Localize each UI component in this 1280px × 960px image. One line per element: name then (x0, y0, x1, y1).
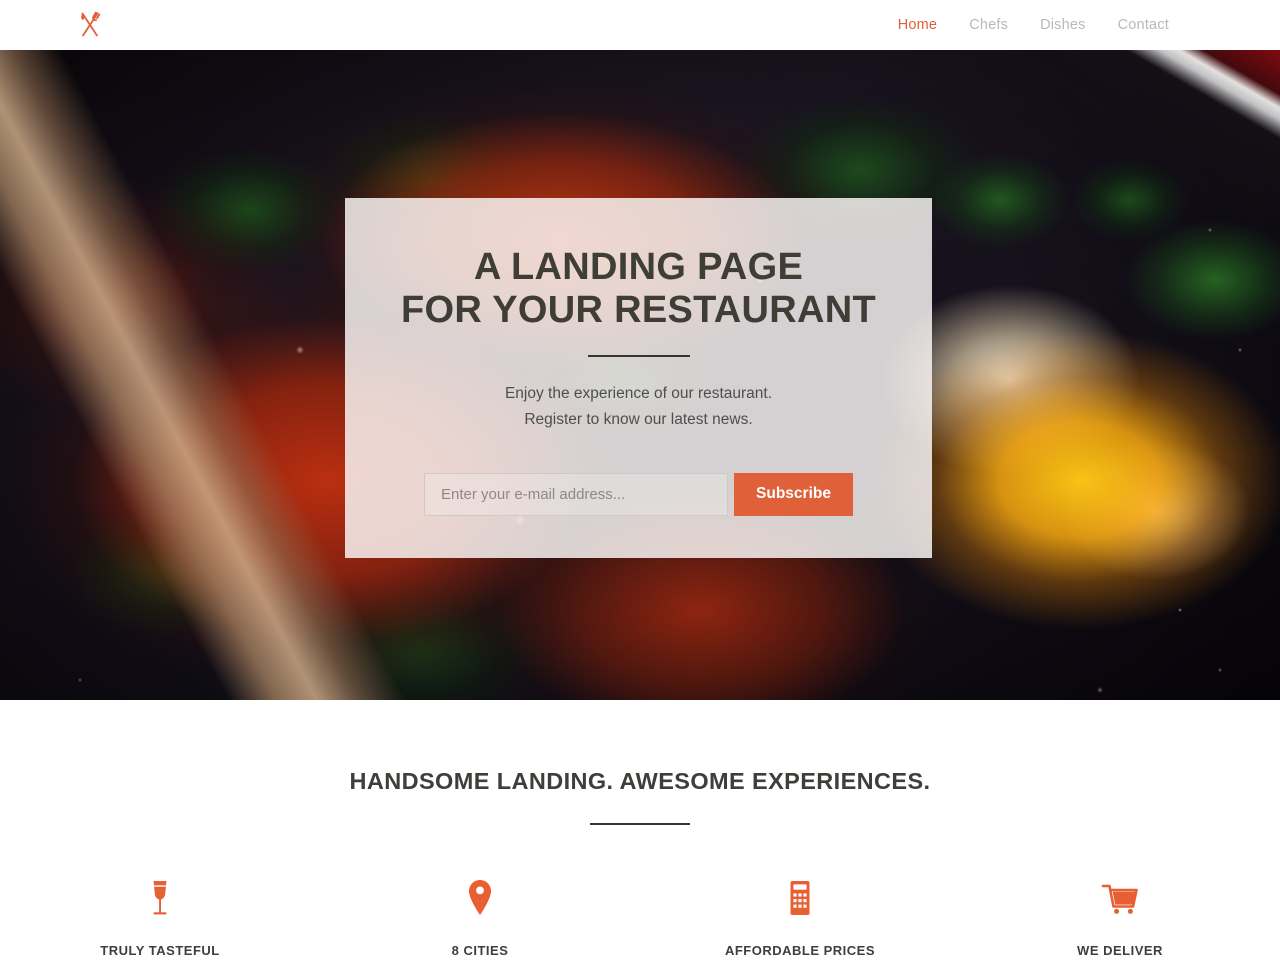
features-section: HANDSOME LANDING. AWESOME EXPERIENCES. T… (0, 700, 1280, 960)
nav-link-chefs[interactable]: Chefs (953, 11, 1024, 39)
primary-nav: Home Chefs Dishes Contact (882, 11, 1185, 39)
hero-section: A LANDING PAGE FOR YOUR RESTAURANT Enjoy… (0, 50, 1280, 700)
wine-glass-icon (147, 877, 173, 919)
hero-content-card: A LANDING PAGE FOR YOUR RESTAURANT Enjoy… (345, 198, 932, 558)
feature-item: 8 CITIES (320, 877, 640, 958)
hero-subtitle: Enjoy the experience of our restaurant. … (505, 381, 772, 432)
feature-label: 8 CITIES (451, 943, 509, 958)
feature-label: WE DELIVER (1077, 943, 1163, 958)
feature-grid: TRULY TASTEFUL 8 CITIES AFFORDABLE PRICE… (0, 877, 1280, 958)
feature-item: TRULY TASTEFUL (0, 877, 320, 958)
feature-label: TRULY TASTEFUL (100, 943, 220, 958)
section-title-divider (590, 823, 690, 825)
nav-link-contact[interactable]: Contact (1102, 11, 1185, 39)
feature-label: AFFORDABLE PRICES (724, 943, 876, 958)
feature-item: AFFORDABLE PRICES (640, 877, 960, 958)
logo-fork-knife-crossed-icon[interactable] (62, 3, 118, 47)
section-title: HANDSOME LANDING. AWESOME EXPERIENCES. (349, 768, 931, 794)
email-input[interactable] (424, 472, 729, 516)
map-pin-icon (465, 877, 495, 919)
hero-title-line-2: FOR YOUR RESTAURANT (400, 288, 877, 331)
shopping-cart-icon (1100, 877, 1140, 919)
top-navbar: Home Chefs Dishes Contact (0, 0, 1280, 50)
hero-subtitle-line-1: Enjoy the experience of our restaurant. (504, 385, 773, 403)
hero-subtitle-line-2: Register to know our latest news. (524, 410, 753, 428)
calculator-icon (785, 877, 815, 919)
nav-link-home[interactable]: Home (882, 11, 953, 39)
subscribe-button[interactable]: Subscribe (734, 472, 853, 516)
hero-title-divider (587, 355, 690, 358)
hero-title-line-1: A LANDING PAGE (473, 246, 804, 288)
subscribe-form: Subscribe (424, 472, 853, 516)
feature-item: WE DELIVER (960, 877, 1280, 958)
hero-title: A LANDING PAGE FOR YOUR RESTAURANT (401, 246, 876, 331)
nav-link-dishes[interactable]: Dishes (1024, 11, 1102, 39)
